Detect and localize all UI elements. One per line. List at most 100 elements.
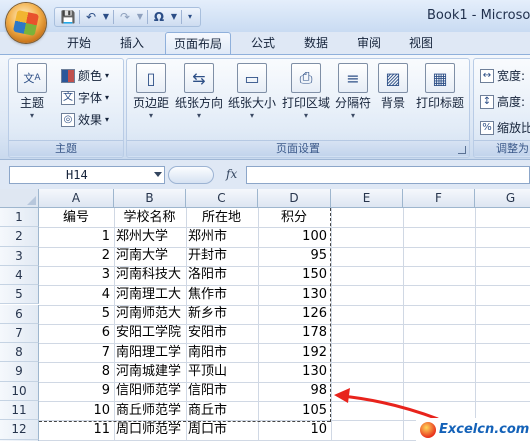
row-header[interactable]: 3 bbox=[0, 246, 39, 266]
formula-bar-buttons[interactable] bbox=[168, 166, 214, 184]
print-area-button[interactable]: ⎙ 打印区域 ▾ bbox=[279, 63, 333, 121]
cell[interactable]: 4 bbox=[39, 286, 113, 304]
redo-dropdown-icon[interactable]: ▼ bbox=[136, 9, 144, 25]
cell[interactable]: 积分 bbox=[258, 209, 330, 227]
cell[interactable]: 商丘市 bbox=[186, 402, 257, 420]
scale-control[interactable]: % 缩放比 bbox=[480, 119, 530, 136]
cell[interactable]: 周口师范学 bbox=[114, 421, 188, 439]
row-header[interactable]: 1 bbox=[0, 208, 39, 228]
row-header[interactable]: 10 bbox=[0, 381, 39, 401]
tab-insert[interactable]: 插入 bbox=[120, 32, 144, 54]
row-header[interactable]: 11 bbox=[0, 401, 39, 421]
cell[interactable]: 11 bbox=[39, 421, 113, 439]
omega-dropdown-icon[interactable]: ▼ bbox=[170, 9, 178, 25]
row-header[interactable]: 8 bbox=[0, 343, 39, 363]
cell[interactable]: 130 bbox=[258, 363, 330, 381]
cell[interactable]: 编号 bbox=[39, 209, 113, 227]
row-header[interactable]: 5 bbox=[0, 285, 39, 305]
orientation-button[interactable]: ⇆ 纸张方向 ▾ bbox=[173, 63, 225, 121]
row-header[interactable]: 4 bbox=[0, 265, 39, 286]
effects-button[interactable]: ◎ 效果 ▾ bbox=[61, 111, 109, 128]
cell[interactable]: 河南师范大 bbox=[114, 305, 188, 323]
cell[interactable]: 2 bbox=[39, 247, 113, 265]
cell[interactable]: 178 bbox=[258, 324, 330, 342]
undo-dropdown-icon[interactable]: ▼ bbox=[102, 9, 110, 25]
tab-page-layout[interactable]: 页面布局 bbox=[165, 32, 232, 54]
cell[interactable]: 南阳市 bbox=[186, 344, 257, 362]
row-header[interactable]: 6 bbox=[0, 304, 39, 324]
cell[interactable]: 所在地 bbox=[186, 209, 257, 227]
cell[interactable]: 洛阳市 bbox=[186, 266, 257, 284]
row-header[interactable]: 9 bbox=[0, 362, 39, 382]
fonts-button[interactable]: 文 字体 ▾ bbox=[61, 89, 109, 106]
size-button[interactable]: ▭ 纸张大小 ▾ bbox=[225, 63, 279, 121]
tab-home[interactable]: 开始 bbox=[67, 32, 91, 54]
cell[interactable]: 信阳师范学 bbox=[114, 382, 188, 400]
office-button[interactable] bbox=[6, 3, 46, 43]
select-all-button[interactable] bbox=[0, 189, 39, 208]
cell[interactable]: 126 bbox=[258, 305, 330, 323]
save-icon[interactable]: 💾 bbox=[60, 9, 76, 25]
height-control[interactable]: ↕ 高度: bbox=[480, 93, 525, 110]
print-titles-button[interactable]: ▦ 打印标题 bbox=[413, 63, 467, 111]
column-header[interactable]: G bbox=[475, 189, 530, 208]
cell[interactable]: 开封市 bbox=[186, 247, 257, 265]
cell[interactable]: 郑州市 bbox=[186, 228, 257, 246]
row-header[interactable]: 7 bbox=[0, 323, 39, 344]
colors-button[interactable]: 颜色 ▾ bbox=[61, 67, 109, 84]
cell[interactable]: 3 bbox=[39, 266, 113, 284]
cell[interactable]: 商丘师范学 bbox=[114, 402, 188, 420]
column-header[interactable]: F bbox=[403, 189, 475, 208]
name-box[interactable]: H14 bbox=[9, 166, 165, 184]
cell[interactable]: 95 bbox=[258, 247, 330, 265]
cell[interactable]: 河南大学 bbox=[114, 247, 188, 265]
row-header[interactable]: 12 bbox=[0, 420, 39, 440]
cell[interactable]: 安阳市 bbox=[186, 324, 257, 342]
cell[interactable]: 1 bbox=[39, 228, 113, 246]
breaks-button[interactable]: ≡ 分隔符 ▾ bbox=[333, 63, 373, 121]
tab-review[interactable]: 审阅 bbox=[357, 32, 381, 54]
formula-input[interactable] bbox=[246, 166, 530, 184]
cell[interactable]: 10 bbox=[39, 402, 113, 420]
customize-qat-icon[interactable]: ▾ bbox=[185, 9, 195, 25]
cell[interactable]: 平顶山 bbox=[186, 363, 257, 381]
cell[interactable]: 学校名称 bbox=[114, 209, 185, 227]
cell[interactable]: 安阳工学院 bbox=[114, 324, 188, 342]
cell[interactable]: 南阳理工学 bbox=[114, 344, 188, 362]
tab-formulas[interactable]: 公式 bbox=[251, 32, 275, 54]
cell[interactable]: 河南城建学 bbox=[114, 363, 188, 381]
worksheet-grid[interactable]: A B C D E F G 12345678910111213 编号学校名称所在… bbox=[0, 189, 530, 441]
width-control[interactable]: ↔ 宽度: bbox=[480, 67, 525, 84]
cell[interactable]: 192 bbox=[258, 344, 330, 362]
cell[interactable]: 150 bbox=[258, 266, 330, 284]
column-header[interactable]: A bbox=[39, 189, 114, 208]
cell[interactable]: 6 bbox=[39, 324, 113, 342]
cell[interactable]: 周口市 bbox=[186, 421, 257, 439]
column-header[interactable]: C bbox=[186, 189, 258, 208]
background-button[interactable]: ▨ 背景 bbox=[375, 63, 411, 111]
chevron-down-icon[interactable] bbox=[154, 172, 162, 177]
cell[interactable]: 河南科技大 bbox=[114, 266, 188, 284]
cell[interactable]: 河南理工大 bbox=[114, 286, 188, 304]
dialog-launcher-icon[interactable] bbox=[458, 146, 466, 154]
margins-button[interactable]: ▯ 页边距 ▾ bbox=[129, 63, 173, 121]
cell[interactable]: 130 bbox=[258, 286, 330, 304]
cell[interactable]: 新乡市 bbox=[186, 305, 257, 323]
undo-icon[interactable]: ↶ bbox=[83, 9, 99, 25]
cell[interactable]: 100 bbox=[258, 228, 330, 246]
tab-data[interactable]: 数据 bbox=[304, 32, 328, 54]
column-header[interactable]: D bbox=[258, 189, 331, 208]
column-header[interactable]: E bbox=[331, 189, 403, 208]
cell[interactable]: 7 bbox=[39, 344, 113, 362]
cell[interactable]: 郑州大学 bbox=[114, 228, 188, 246]
row-header[interactable]: 2 bbox=[0, 227, 39, 247]
themes-button[interactable]: 文A 主题 ▾ bbox=[15, 63, 49, 121]
insert-function-button[interactable]: fx bbox=[226, 167, 237, 181]
omega-symbol-button[interactable]: Ω bbox=[151, 9, 167, 25]
column-header[interactable]: B bbox=[114, 189, 186, 208]
cell[interactable]: 信阳市 bbox=[186, 382, 257, 400]
cell[interactable]: 5 bbox=[39, 305, 113, 323]
cell[interactable]: 9 bbox=[39, 382, 113, 400]
redo-icon[interactable]: ↷ bbox=[117, 9, 133, 25]
cell[interactable]: 焦作市 bbox=[186, 286, 257, 304]
